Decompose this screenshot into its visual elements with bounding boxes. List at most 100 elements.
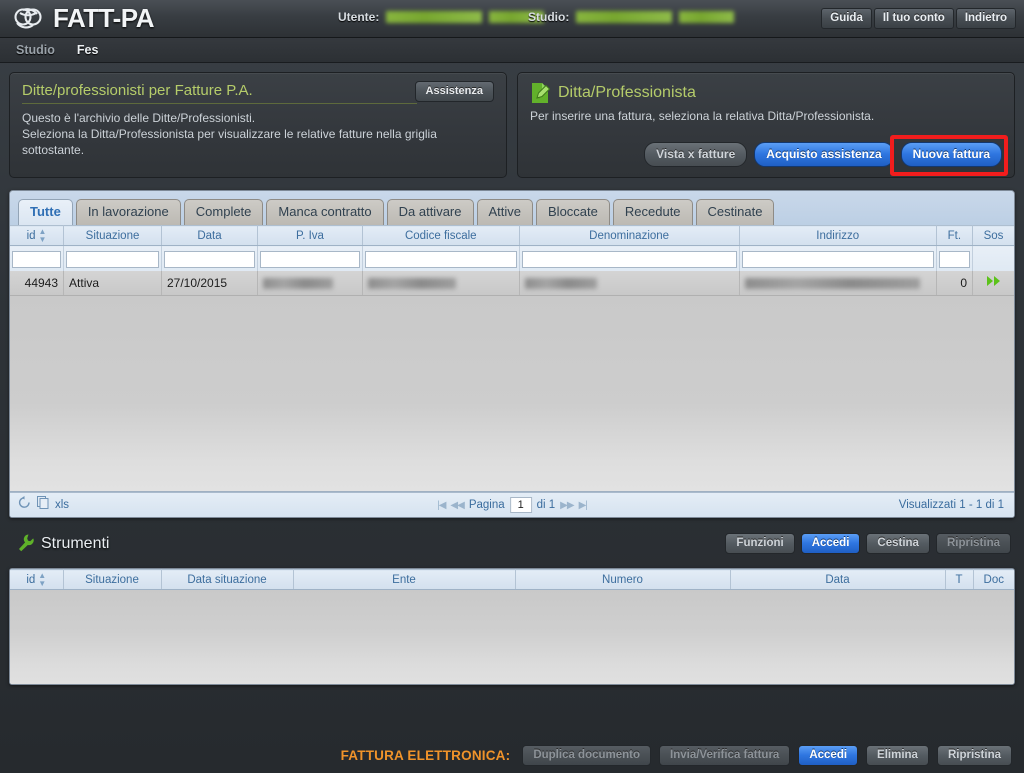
page-number-input[interactable]: [509, 497, 532, 513]
desc-line-2: Seleziona la Ditta/Professionista per vi…: [22, 127, 437, 141]
cell-sos[interactable]: [972, 270, 1014, 296]
strumenti-title: Strumenti: [41, 534, 110, 552]
filter-input-p-iva[interactable]: [259, 250, 360, 268]
table-row[interactable]: 44943 Attiva 27/10/2015 0: [10, 270, 1014, 296]
refresh-icon[interactable]: [18, 496, 31, 514]
funzioni-button[interactable]: Funzioni: [725, 533, 795, 554]
indietro-button[interactable]: Indietro: [955, 8, 1016, 29]
utente-field: Utente:: [338, 10, 545, 24]
tab-tutte[interactable]: Tutte: [18, 199, 73, 225]
tab-bloccate[interactable]: Bloccate: [536, 199, 610, 225]
next-page-icon[interactable]: ▶▶: [560, 500, 574, 511]
ditte-table: id ▲ ▼ Situazione Data P. Iva Codice fisca…: [10, 225, 1014, 296]
cell-data: 27/10/2015: [161, 270, 258, 296]
sort-arrow-icon-2: ▲ ▼: [38, 570, 47, 588]
xls-export-icon[interactable]: [37, 496, 49, 514]
col-sos[interactable]: Sos: [972, 225, 1014, 246]
main-nav: Studio Fes: [0, 38, 1024, 63]
cell-codice-fiscale: [362, 270, 520, 296]
green-double-arrow-icon[interactable]: [986, 276, 1002, 290]
documenti-grid-card: id ▲ ▼ Situazione Data situazione Ente Num…: [9, 568, 1015, 685]
studio-label: Studio:: [528, 10, 570, 24]
tab-in-lavorazione[interactable]: In lavorazione: [75, 199, 181, 225]
nuova-fattura-button[interactable]: Nuova fattura: [900, 142, 1002, 167]
footer-accedi-button[interactable]: Accedi: [798, 744, 859, 766]
tab-attive[interactable]: Attive: [476, 199, 534, 225]
table2-header-row: id ▲ ▼ Situazione Data situazione Ente Num…: [10, 569, 1014, 590]
filter-cell-p-iva: [257, 245, 363, 271]
prev-page-icon[interactable]: ◀◀: [450, 500, 464, 511]
cell-p-iva: [257, 270, 363, 296]
acquisto-assistenza-button[interactable]: Acquisto assistenza: [754, 142, 894, 167]
col-denominazione[interactable]: Denominazione: [519, 225, 740, 246]
tab-da-attivare[interactable]: Da attivare: [386, 199, 474, 225]
filter-cell-ft: [936, 245, 974, 271]
vista-x-fatture-button[interactable]: Vista x fatture: [644, 142, 748, 167]
col2-data-situazione[interactable]: Data situazione: [161, 569, 294, 590]
pagination-controls: |◀ ◀◀ Pagina di 1 ▶▶ ▶|: [437, 497, 588, 513]
cell-ft: 0: [936, 270, 974, 296]
ripristina-button[interactable]: Ripristina: [935, 533, 1011, 554]
nav-item-studio[interactable]: Studio: [16, 43, 69, 57]
panels-row: Ditte/professionisti per Fatture P.A. As…: [0, 63, 1024, 178]
filter-input-ft[interactable]: [938, 250, 971, 268]
col2-id[interactable]: id ▲ ▼: [10, 569, 64, 590]
record-count-label: Visualizzati 1 - 1 di 1: [898, 499, 1004, 511]
sort-arrow-icon: ▲ ▼: [38, 226, 47, 244]
tab-recedute[interactable]: Recedute: [612, 199, 693, 225]
cell-id: 44943: [10, 270, 65, 296]
ditta-professionista-panel: Ditta/Professionista Per inserire una fa…: [517, 72, 1015, 178]
documenti-table: id ▲ ▼ Situazione Data situazione Ente Num…: [10, 569, 1014, 590]
first-page-icon[interactable]: |◀: [437, 500, 446, 511]
filter-input-codice-fiscale[interactable]: [364, 250, 517, 268]
grid-footer-left: xls: [18, 496, 69, 514]
ditte-grid-empty-area: [10, 296, 1014, 492]
ditta-panel-description: Per inserire una fattura, seleziona la r…: [530, 109, 875, 123]
ditte-panel-title: Ditte/professionisti per Fatture P.A.: [22, 82, 417, 104]
duplica-documento-button[interactable]: Duplica documento: [522, 744, 652, 766]
wrench-icon: [17, 534, 34, 553]
ditta-panel-title: Ditta/Professionista: [558, 84, 696, 101]
cestina-button[interactable]: Cestina: [866, 533, 930, 554]
col-id[interactable]: id ▲ ▼: [10, 225, 65, 246]
fattura-elettronica-footer: FATTURA ELETTRONICA: Duplica documento I…: [0, 737, 1024, 773]
elimina-button[interactable]: Elimina: [866, 744, 929, 766]
accedi-button[interactable]: Accedi: [800, 533, 861, 554]
filter-input-indirizzo[interactable]: [741, 250, 934, 268]
col-ft[interactable]: Ft.: [936, 225, 974, 246]
col2-doc[interactable]: Doc: [973, 569, 1014, 590]
col2-ente[interactable]: Ente: [293, 569, 516, 590]
col-situazione[interactable]: Situazione: [63, 225, 162, 246]
assistenza-button[interactable]: Assistenza: [414, 81, 494, 102]
col2-numero[interactable]: Numero: [515, 569, 731, 590]
col-data[interactable]: Data: [161, 225, 258, 246]
footer-ripristina-button[interactable]: Ripristina: [936, 744, 1012, 766]
il-tuo-conto-button[interactable]: Il tuo conto: [873, 8, 954, 29]
col-indirizzo[interactable]: Indirizzo: [739, 225, 937, 246]
col-codice-fiscale[interactable]: Codice fiscale: [362, 225, 520, 246]
col2-data[interactable]: Data: [730, 569, 946, 590]
col-p-iva[interactable]: P. Iva: [257, 225, 363, 246]
tab-complete[interactable]: Complete: [183, 199, 264, 225]
filter-input-id[interactable]: [12, 250, 62, 268]
desc-line-3: sottostante.: [22, 143, 85, 157]
studio-value-redacted: [576, 11, 673, 23]
ditte-grid-footer: xls |◀ ◀◀ Pagina di 1 ▶▶ ▶| Visualizzati…: [10, 492, 1014, 517]
last-page-icon[interactable]: ▶|: [579, 500, 588, 511]
xls-label[interactable]: xls: [55, 499, 69, 511]
tab-cestinate[interactable]: Cestinate: [695, 199, 775, 225]
invia-verifica-fattura-button[interactable]: Invia/Verifica fattura: [659, 744, 791, 766]
page-total-label: di 1: [536, 499, 556, 511]
filter-input-data[interactable]: [164, 250, 255, 268]
tab-manca-contratto[interactable]: Manca contratto: [266, 199, 384, 225]
filter-input-situazione[interactable]: [66, 250, 159, 268]
filter-input-denominazione[interactable]: [521, 250, 737, 268]
nav-item-fes[interactable]: Fes: [69, 43, 113, 57]
cell-denominazione: [519, 270, 740, 296]
col2-situazione[interactable]: Situazione: [63, 569, 162, 590]
guida-button[interactable]: Guida: [821, 8, 872, 29]
col2-t[interactable]: T: [945, 569, 974, 590]
filter-cell-situazione: [63, 245, 162, 271]
ditte-info-panel: Ditte/professionisti per Fatture P.A. As…: [9, 72, 507, 178]
utente-value-redacted: [386, 11, 483, 23]
